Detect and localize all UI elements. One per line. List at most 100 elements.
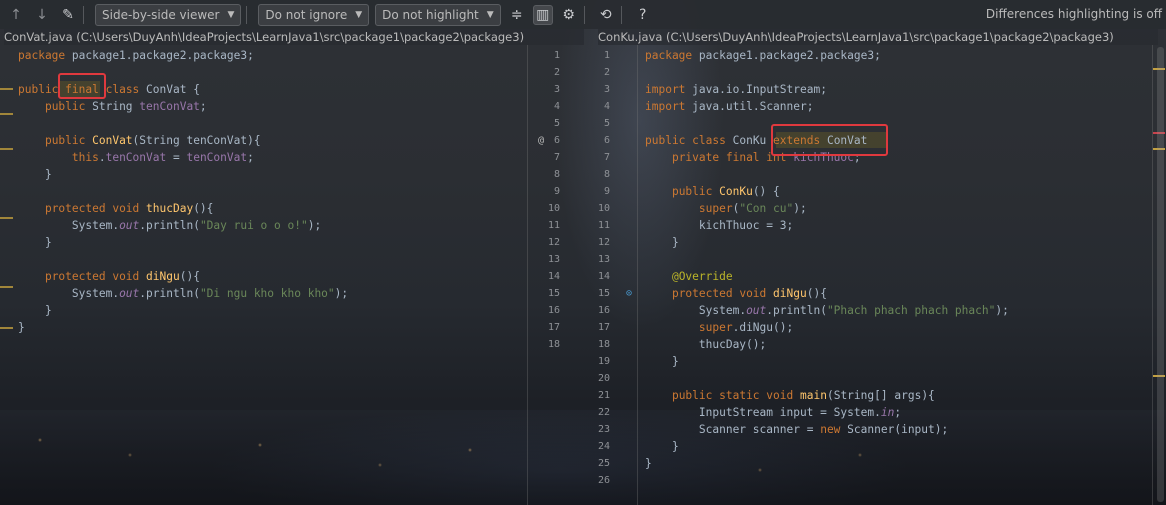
right-scrollbar-thumb[interactable] [1157,47,1164,502]
right-line-number: 23 [597,424,610,435]
right-line-number: 14 [597,271,610,282]
right-line-number: 17 [597,322,610,333]
left-line-number: 13 [547,254,560,265]
right-line-number: 2 [603,67,610,78]
left-change-marker [0,113,13,115]
right-code-line: import java.util.Scanner; [645,100,814,113]
left-code-line: protected void diNgu(){ [44,270,200,283]
right-line-number: 10 [597,203,610,214]
left-line-number: 14 [547,271,560,282]
right-line-number: 9 [603,186,610,197]
right-line-number: 24 [597,441,610,452]
right-line-number: 22 [597,407,610,418]
left-line-number: 5 [553,118,560,129]
right-code-line: } [671,236,679,249]
left-change-marker [0,217,13,219]
right-line-number: 7 [603,152,610,163]
highlight-label: Do not highlight [382,7,479,22]
help-icon[interactable]: ? [633,5,653,25]
left-code-line: System.out.println("Di ngu kho kho kho")… [71,287,349,300]
right-line-number: 20 [597,373,610,384]
sync-scroll-icon[interactable]: ▥ [532,4,553,25]
right-line-number: 3 [603,84,610,95]
whitespace-select[interactable]: Do not ignore ▼ [258,3,370,26]
left-line-number: 8 [553,169,560,180]
left-line-number: 2 [553,67,560,78]
left-line-number: 16 [547,305,560,316]
left-change-marker [0,148,13,150]
right-line-number: 4 [603,101,610,112]
left-file-header: ConVat.java (C:\Users\DuyAnh\IdeaProject… [4,29,584,45]
right-code-line: public static void main(String[] args){ [671,389,935,402]
collapse-unchanged-icon[interactable]: ≑ [507,5,527,25]
right-line-number: 8 [603,169,610,180]
right-code-line: package package1.package2.package3; [645,49,881,62]
right-code-line: } [671,440,679,453]
right-divider [637,45,638,505]
left-line-number: 7 [553,152,560,163]
edit-source-icon[interactable]: ✎ [58,5,78,25]
final-keyword-box [58,73,106,99]
left-code-line: } [44,168,52,181]
toolbar-separator [583,5,585,24]
left-line-number: 11 [547,220,560,231]
left-divider [527,45,528,505]
right-line-number: 6 [603,135,610,146]
right-line-number: 18 [597,339,610,350]
right-code-line: protected void diNgu(){ [671,287,827,300]
highlight-select[interactable]: Do not highlight ▼ [375,3,501,26]
left-code-line: } [44,236,52,249]
left-line-number: 1 [553,50,560,61]
right-line-number: 5 [603,118,610,129]
viewer-mode-select[interactable]: Side-by-side viewer ▼ [95,3,242,26]
toolbar-separator [620,5,622,24]
right-line-number: 15 [597,288,610,299]
previous-difference-icon[interactable]: ↑ [6,5,26,25]
right-line-number: 25 [597,458,610,469]
left-code-line: this.tenConVat = tenConVat; [71,151,254,164]
viewer-mode-label: Side-by-side viewer [102,7,220,22]
right-code-line: } [645,457,652,470]
right-line-number: 11 [597,220,610,231]
right-code-line: thucDay(); [698,338,767,351]
left-code-line: } [18,321,25,334]
chevron-down-icon: ▼ [486,9,494,20]
left-code-line: public ConVat(String tenConVat){ [44,134,261,147]
right-code-line: InputStream input = System.in; [698,406,902,419]
left-code-line: package package1.package2.package3; [18,49,254,62]
chevron-down-icon: ▼ [227,9,235,20]
annotate-icon[interactable]: ⟲ [596,5,616,25]
right-line-number: 26 [597,475,610,486]
right-code-line: private final int kichThuoc; [671,151,861,164]
toolbar-separator [83,5,84,24]
right-code-line: public ConKu() { [671,185,780,198]
left-line-number: 18 [547,339,560,350]
chevron-down-icon: ▼ [355,9,363,20]
right-file-header: ConKu.java (C:\Users\DuyAnh\IdeaProjects… [598,29,1158,45]
left-change-marker [0,327,13,329]
implemented-marker-icon[interactable]: @ [530,132,544,149]
override-marker-icon[interactable]: ⊙ [616,285,632,302]
diff-toolbar: ↑ ↓ ✎ Side-by-side viewer ▼ Do not ignor… [0,0,1166,29]
extends-clause-box [771,124,888,156]
right-line-number: 12 [597,237,610,248]
left-line-number: 4 [553,101,560,112]
right-line-number: 13 [597,254,610,265]
left-line-number: 12 [547,237,560,248]
left-line-number: 10 [547,203,560,214]
left-change-marker [0,286,13,288]
right-scrollbar-divider [1152,45,1153,505]
left-code-line: System.out.println("Day rui o o o!"); [71,219,322,232]
right-code-line: @Override [671,270,733,283]
next-difference-icon[interactable]: ↓ [32,5,52,25]
right-code-line: import java.io.InputStream; [645,83,827,96]
left-line-number: 17 [547,322,560,333]
left-line-number: 15 [547,288,560,299]
left-change-marker [0,88,13,90]
right-line-number: 1 [603,50,610,61]
right-code-line: Scanner scanner = new Scanner(input); [698,423,949,436]
left-line-number: 3 [553,84,560,95]
right-line-number: 21 [597,390,610,401]
left-code-line: } [44,304,52,317]
gear-icon[interactable]: ⚙ [559,5,579,25]
